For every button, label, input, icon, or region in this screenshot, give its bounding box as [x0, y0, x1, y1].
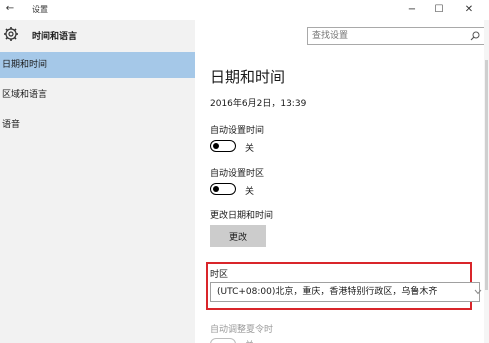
search-input[interactable] — [308, 28, 466, 44]
auto-time-toggle[interactable] — [210, 140, 236, 152]
timezone-value: (UTC+08:00)北京，重庆，香港特别行政区，乌鲁木齐 — [217, 287, 438, 297]
app-header: 时间和语言 — [0, 26, 195, 44]
sidebar-item-region-language[interactable]: 区域和语言 — [0, 82, 195, 108]
timezone-dropdown[interactable]: (UTC+08:00)北京，重庆，香港特别行政区，乌鲁木齐 — [210, 282, 480, 302]
title-bar: ← 设置 − ☐ ✕ — [0, 0, 489, 20]
change-button[interactable]: 更改 — [210, 225, 266, 247]
current-datetime: 2016年6月2日，13:39 — [210, 99, 307, 109]
dst-toggle[interactable] — [210, 338, 236, 343]
window-title: 设置 — [32, 5, 48, 14]
auto-timezone-toggle[interactable] — [210, 183, 236, 195]
maximize-button[interactable]: ☐ — [424, 0, 454, 20]
search-icon[interactable] — [470, 31, 480, 41]
page-title: 日期和时间 — [210, 68, 286, 86]
sidebar-item-date-time[interactable]: 日期和时间 — [0, 52, 195, 78]
auto-time-state: 关 — [245, 144, 255, 154]
sidebar-item-label: 日期和时间 — [2, 60, 48, 70]
dst-state: 关 — [245, 338, 254, 343]
auto-timezone-state: 关 — [245, 187, 255, 197]
toggle-knob — [213, 185, 219, 192]
auto-time-label: 自动设置时间 — [210, 126, 265, 136]
sidebar: 时间和语言 日期和时间 区域和语言 语音 — [0, 20, 195, 343]
sidebar-item-label: 区域和语言 — [2, 90, 48, 100]
change-datetime-label: 更改日期和时间 — [210, 211, 274, 221]
scroll-thumb[interactable] — [485, 60, 488, 290]
timezone-label: 时区 — [210, 270, 229, 280]
toggle-knob — [213, 142, 219, 149]
search-box[interactable] — [307, 27, 485, 45]
chevron-down-icon[interactable] — [474, 288, 482, 296]
sidebar-item-label: 语音 — [2, 120, 21, 130]
auto-timezone-label: 自动设置时区 — [210, 169, 265, 179]
back-button[interactable]: ← — [3, 2, 17, 16]
gear-icon — [4, 27, 18, 41]
dst-label: 自动调整夏令时 — [210, 325, 274, 335]
sidebar-item-speech[interactable]: 语音 — [0, 112, 195, 138]
close-button[interactable]: ✕ — [454, 0, 484, 20]
minimize-button[interactable]: − — [397, 0, 427, 20]
app-title: 时间和语言 — [32, 32, 78, 42]
scrollbar[interactable] — [484, 20, 489, 343]
